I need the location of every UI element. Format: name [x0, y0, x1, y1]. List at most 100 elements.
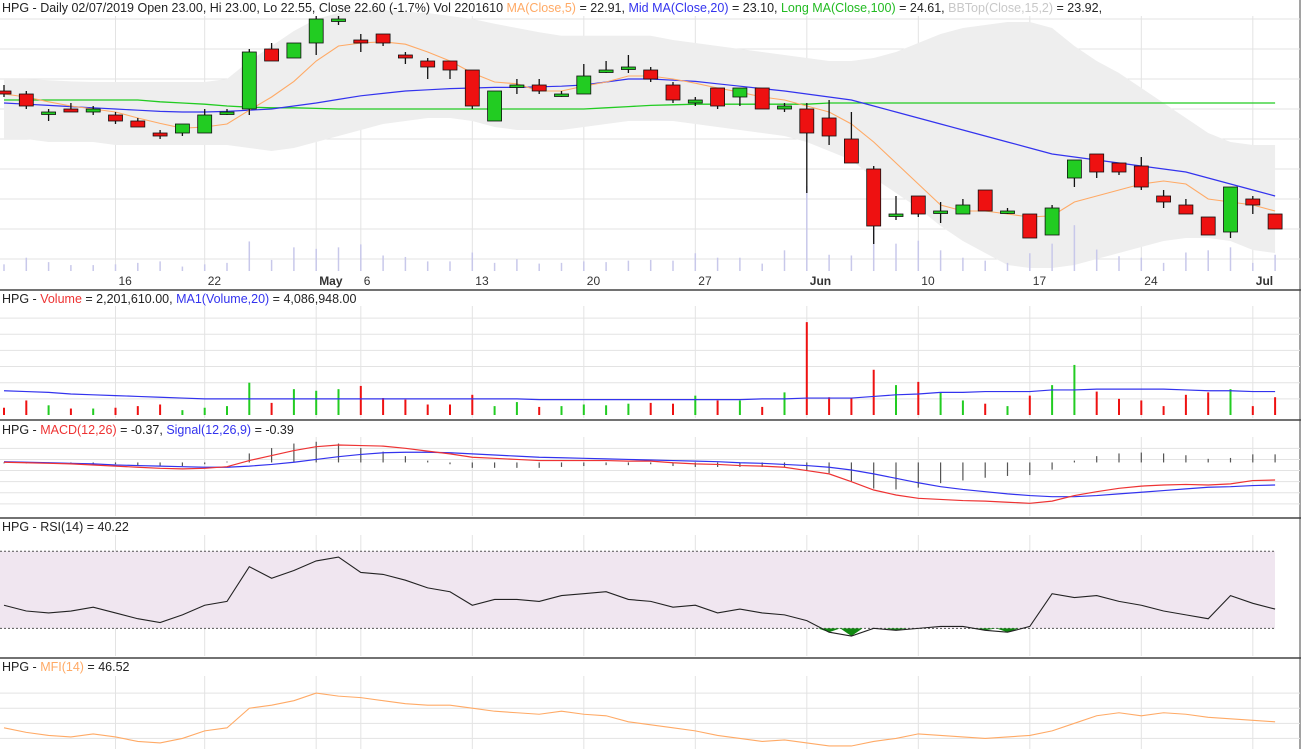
price-header-text: HPG - Daily 02/07/2019 Open 23.00, Hi 23…	[2, 1, 504, 15]
x-tick-label: 13	[475, 274, 489, 288]
candle-body	[531, 84, 547, 92]
candle-body	[799, 108, 815, 134]
volume-label: Volume	[40, 292, 82, 306]
candle-body	[955, 204, 971, 215]
x-tick-label: 20	[587, 274, 601, 288]
candle-body	[1000, 210, 1015, 214]
candle-body	[63, 108, 79, 113]
candle-body	[1089, 153, 1105, 173]
volume-header-prefix: HPG -	[2, 292, 41, 306]
candle-body	[866, 168, 882, 227]
candle-body	[509, 84, 525, 88]
bbtop-label: BBTop(Close,15,2)	[948, 1, 1054, 15]
candle-body	[464, 69, 480, 107]
candle-body	[1022, 213, 1038, 239]
candle-body	[777, 105, 792, 110]
rsi-header-text: HPG - RSI(14) = 40.22	[2, 520, 129, 534]
x-tick-label: 10	[921, 274, 935, 288]
candle	[1044, 205, 1060, 236]
candle-body	[621, 66, 636, 70]
candle-body	[420, 60, 436, 68]
price-header: HPG - Daily 02/07/2019 Open 23.00, Hi 23…	[2, 1, 1106, 15]
candle-body	[1044, 207, 1060, 236]
candle-body	[152, 132, 168, 137]
candle	[487, 90, 503, 122]
candle-body	[442, 60, 458, 71]
signal-label: Signal(12,26,9)	[166, 423, 252, 437]
x-tick-label: 16	[119, 274, 133, 288]
volume-value: = 2,201,610.00,	[81, 292, 177, 306]
x-tick-label: Jul	[1256, 274, 1273, 288]
candle-body	[1156, 195, 1171, 203]
candle-body	[754, 87, 770, 110]
mfi-value: = 46.52	[83, 660, 130, 674]
x-tick-label: Jun	[810, 274, 831, 288]
candle	[464, 69, 480, 109]
candle	[241, 49, 257, 115]
ma5-value: = 22.91,	[575, 1, 629, 15]
rsi-header: HPG - RSI(14) = 40.22	[2, 520, 129, 534]
candle-body	[933, 210, 948, 214]
candle-body	[286, 42, 302, 59]
x-tick-label: 22	[208, 274, 222, 288]
candle-body	[241, 51, 257, 110]
candle	[710, 87, 725, 109]
candle-body	[0, 90, 12, 95]
stock-chart: 16 22 May 6 13 20 27 Jun 10 17 24 Jul	[0, 0, 1301, 749]
candle-body	[331, 18, 346, 22]
x-tick-label: May	[319, 274, 343, 288]
candle	[977, 189, 993, 212]
candle-body	[910, 195, 926, 215]
long-ma-value: = 24.61,	[895, 1, 949, 15]
candle	[910, 195, 926, 217]
candle-body	[1245, 198, 1261, 206]
candle-body	[308, 18, 324, 44]
x-tick-label: 6	[364, 274, 371, 288]
candle	[1022, 213, 1038, 239]
candle-body	[487, 90, 503, 122]
mfi-label: MFI(14)	[40, 660, 84, 674]
macd-value: = -0.37,	[116, 423, 167, 437]
candle-body	[977, 189, 993, 212]
candle-body	[397, 54, 413, 59]
candle-body	[108, 114, 123, 122]
candle	[18, 91, 34, 109]
candle-body	[85, 108, 101, 113]
candle	[1223, 186, 1238, 238]
candle-body	[130, 120, 146, 128]
mid-ma-label: Mid MA(Close,20)	[628, 1, 729, 15]
long-ma-label: Long MA(Close,100)	[780, 1, 896, 15]
x-tick-label: 27	[698, 274, 712, 288]
rsi-panel	[0, 550, 1276, 637]
candle	[754, 87, 770, 110]
candle-body	[687, 99, 703, 104]
candle	[1200, 216, 1216, 236]
candle-body	[1223, 186, 1238, 233]
macd-header: HPG - MACD(12,26) = -0.37, Signal(12,26,…	[2, 423, 294, 437]
candle-body	[197, 114, 213, 134]
candle-body	[576, 75, 592, 95]
candle	[286, 42, 302, 59]
candle-body	[1133, 165, 1149, 188]
candle-body	[1067, 159, 1082, 179]
candle-body	[844, 138, 859, 164]
mid-ma-value: = 23.10,	[728, 1, 781, 15]
volume-ma-label: MA1(Volume,20)	[176, 292, 270, 306]
candle-body	[353, 39, 369, 44]
candle-body	[554, 93, 569, 97]
bbtop-value: = 23.92,	[1053, 1, 1106, 15]
candle-body	[1178, 204, 1194, 215]
candle-body	[732, 87, 748, 98]
candle-body	[264, 48, 280, 62]
candle-body	[41, 111, 56, 115]
candle-body	[1200, 216, 1216, 236]
candle	[1267, 213, 1283, 230]
mfi-header: HPG - MFI(14) = 46.52	[2, 660, 129, 674]
macd-label: MACD(12,26)	[40, 423, 117, 437]
candle-body	[219, 111, 235, 115]
signal-value: = -0.39	[251, 423, 294, 437]
volume-ma-value: = 4,086,948.00	[269, 292, 357, 306]
macd-header-prefix: HPG -	[2, 423, 41, 437]
mfi-header-prefix: HPG -	[2, 660, 41, 674]
candle-body	[888, 213, 904, 217]
